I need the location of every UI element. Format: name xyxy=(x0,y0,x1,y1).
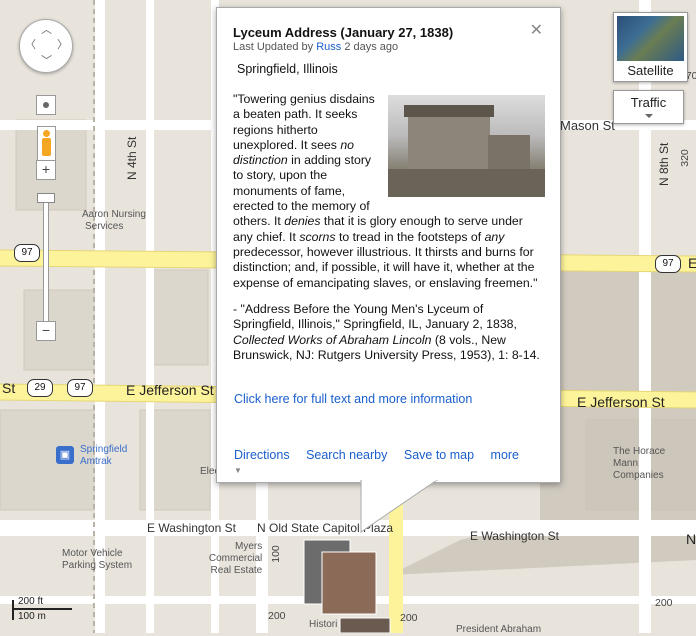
chevron-down-icon: ▼ xyxy=(234,466,242,475)
poi-horace-mann[interactable]: The Horace Mann Companies xyxy=(613,446,665,482)
info-window-title: Lyceum Address (January 27, 1838) xyxy=(233,25,454,40)
pan-up-icon[interactable]: ︿ xyxy=(41,25,52,36)
place-name: Springfield, Illinois xyxy=(237,62,338,76)
route-29-shield: 29 xyxy=(27,379,53,397)
pan-control[interactable]: ︿ 〈 〉 ﹀ xyxy=(19,19,73,73)
traffic-label: Traffic xyxy=(630,95,667,110)
route-label-100: 100 xyxy=(269,545,282,563)
location-dot-icon xyxy=(43,102,49,108)
street-label-e-edge: E xyxy=(688,255,696,271)
quote-part-5: predecessor, however illustrious. It thi… xyxy=(233,244,538,290)
cite-part-1: - "Address Before the Young Men's Lyceum… xyxy=(233,302,517,332)
pan-left-icon[interactable]: 〈 xyxy=(25,40,36,51)
route-97-shield-left: 97 xyxy=(14,244,40,262)
info-window-actions: Directions Search nearby Save to map mor… xyxy=(234,448,560,476)
traffic-dropdown[interactable]: Traffic xyxy=(613,90,684,124)
street-label-mason: Mason St xyxy=(560,118,615,133)
search-nearby-link[interactable]: Search nearby xyxy=(306,448,387,462)
satellite-toggle[interactable]: Satellite xyxy=(613,12,688,82)
poi-amtrak-line1: Springfield xyxy=(80,444,128,455)
pegman-street-view[interactable] xyxy=(37,126,56,162)
satellite-thumbnail xyxy=(617,16,684,61)
scale-line xyxy=(12,608,72,610)
scale-bar: 200 ft 100 m xyxy=(10,596,80,624)
quote-em-3: scorns xyxy=(299,229,336,244)
street-label-n4th: N 4th St xyxy=(125,136,139,180)
street-label-washington-east: E Washington St xyxy=(470,529,559,543)
quote-em-4: any xyxy=(484,229,505,244)
route-97-shield-right: 97 xyxy=(655,255,681,273)
updated-prefix: Last Updated by xyxy=(233,41,314,53)
street-label-n8th: N 8th St xyxy=(657,142,671,186)
info-window-tail xyxy=(360,480,438,533)
poi-president-abraham: President Abraham xyxy=(456,624,542,635)
scale-label-m: 100 m xyxy=(18,611,46,622)
poi-myers-line3: Real Estate xyxy=(210,565,263,576)
building-roof xyxy=(404,105,494,117)
building-wing xyxy=(488,135,530,169)
route-label-200-c: 200 xyxy=(400,612,418,624)
pegman-body xyxy=(42,138,51,156)
street-label-jefferson-west: E Jefferson St xyxy=(126,382,214,398)
poi-myers-line2: Commercial xyxy=(208,553,263,564)
street-label-st-left: St xyxy=(2,380,16,396)
poi-mvps-line2: Parking System xyxy=(62,560,133,571)
directions-link[interactable]: Directions xyxy=(234,448,290,462)
route-97-shield-mid: 97 xyxy=(67,379,93,397)
zoom-slider-handle[interactable] xyxy=(37,193,55,203)
street-label-jefferson-east: E Jefferson St xyxy=(577,394,665,410)
pegman-icon xyxy=(43,130,50,137)
info-window: Lyceum Address (January 27, 1838) Last U… xyxy=(216,7,561,483)
zoom-slider-track[interactable] xyxy=(37,193,55,325)
zoom-out-button[interactable]: − xyxy=(36,321,56,341)
lyceum-building-photo xyxy=(388,95,545,197)
updated-user-link[interactable]: Russ xyxy=(316,41,341,53)
poi-aaron-line2: Services xyxy=(85,221,124,232)
poi-horace-line2: Mann xyxy=(613,458,639,469)
poi-motor-vehicle-parking[interactable]: Motor Vehicle Parking System xyxy=(62,548,132,572)
poi-springfield-amtrak[interactable]: Springfield Amtrak xyxy=(80,444,127,468)
quote-text: "Towering genius disdains a beaten path.… xyxy=(233,92,545,291)
pan-right-icon[interactable]: 〉 xyxy=(57,40,68,51)
full-text-link[interactable]: Click here for full text and more inform… xyxy=(234,392,472,406)
close-icon[interactable]: ✕ xyxy=(530,23,543,39)
poi-amtrak-line2: Amtrak xyxy=(80,456,112,467)
route-label-200: 200 xyxy=(655,597,673,609)
poi-mvps-line1: Motor Vehicle xyxy=(62,548,123,559)
street-label-n-edge: N xyxy=(686,531,696,547)
satellite-label: Satellite xyxy=(627,63,674,78)
poi-horace-line3: Companies xyxy=(613,470,664,481)
scale-label-ft: 200 ft xyxy=(18,596,44,607)
save-to-map-link[interactable]: Save to map xyxy=(404,448,474,462)
street-label-washington-west: E Washington St xyxy=(147,521,236,535)
cite-em: Collected Works of Abraham Lincoln xyxy=(233,332,432,347)
quote-em-2: denies xyxy=(284,214,321,229)
building-body xyxy=(408,117,490,169)
updated-suffix: 2 days ago xyxy=(344,41,399,53)
poi-aaron-nursing[interactable]: Aaron Nursing Services xyxy=(82,209,146,233)
zoom-in-button[interactable]: + xyxy=(36,160,56,180)
route-label-200-b: 200 xyxy=(268,610,286,622)
poi-aaron-line1: Aaron Nursing xyxy=(82,209,146,220)
citation-text: - "Address Before the Young Men's Lyceum… xyxy=(233,302,545,363)
chevron-down-icon xyxy=(645,114,653,118)
pan-down-icon[interactable]: ﹀ xyxy=(41,56,52,67)
poi-myers-line1: Myers xyxy=(235,541,263,552)
scale-tick-left xyxy=(12,600,14,620)
more-label: more xyxy=(490,448,520,462)
poi-myers-commercial[interactable]: Myers Commercial Real Estate xyxy=(180,541,262,577)
poi-histori: Histori xyxy=(309,619,338,630)
amtrak-icon[interactable]: ▣ xyxy=(56,446,74,464)
poi-horace-line1: The Horace xyxy=(613,446,666,457)
route-label-320: 320 xyxy=(678,149,691,167)
quote-part-4: to tread in the footsteps of xyxy=(335,229,485,244)
photo-ground xyxy=(388,169,545,197)
last-updated: Last Updated by Russ 2 days ago xyxy=(233,41,398,53)
my-location-button[interactable] xyxy=(36,95,56,115)
